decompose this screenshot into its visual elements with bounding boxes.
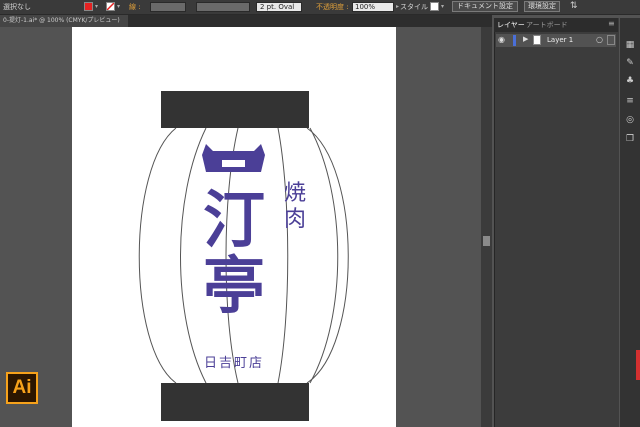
main-text-teitei: 汀 亭 (196, 187, 272, 319)
arrange-documents-icon[interactable]: ⇅ (570, 1, 578, 11)
target-circle-icon[interactable]: ○ (596, 35, 603, 44)
tab-artboards[interactable]: アートボード (526, 20, 568, 30)
expand-triangle-icon[interactable]: ▶ (523, 35, 528, 43)
layer-color-indicator (513, 35, 516, 46)
main-char: 亭 (202, 249, 265, 322)
stroke-label[interactable]: 線 : (129, 2, 141, 12)
fill-swatch[interactable] (84, 2, 93, 11)
tab-layers[interactable]: レイヤー (497, 20, 525, 30)
opacity-dropdown-icon[interactable]: ▸ (396, 3, 399, 10)
artboard: 焼 肉 汀 亭 日吉町店 (72, 27, 396, 427)
lantern-outline-left (138, 127, 177, 384)
opacity-label[interactable]: 不透明度 : (316, 2, 349, 12)
panel-menu-icon[interactable]: ≡ (608, 19, 615, 28)
no-stroke-icon (107, 3, 114, 10)
layer-thumbnail (533, 35, 541, 45)
side-accent-marker (636, 350, 640, 380)
brush-definition-field[interactable]: 2 pt. Oval (256, 2, 302, 12)
opacity-field[interactable]: 100% (352, 2, 394, 12)
lantern-top-cap (161, 91, 309, 128)
stroke-swatch[interactable] (106, 2, 115, 11)
style-dropdown-icon[interactable]: ▾ (441, 3, 444, 10)
variable-width-profile[interactable] (196, 2, 250, 12)
symbols-panel-icon[interactable]: ♣ (625, 76, 635, 86)
brushes-panel-icon[interactable]: ✎ (625, 58, 635, 68)
vertical-scrollbar[interactable] (481, 27, 492, 427)
brush-value: 2 pt. Oval (260, 3, 295, 11)
sub-text-yakiniku: 焼 肉 (280, 181, 310, 233)
sub-char: 肉 (283, 207, 306, 232)
layers-panel (494, 18, 619, 427)
stroke-panel-icon[interactable]: ≡ (625, 96, 635, 106)
layers-panel-icon[interactable]: ❐ (625, 134, 635, 144)
visibility-eye-icon[interactable]: ◉ (498, 35, 505, 44)
lantern-rib-2 (277, 127, 289, 384)
fill-dropdown-icon[interactable]: ▾ (95, 3, 98, 10)
color-panel-icon[interactable]: ▦ (625, 40, 635, 50)
preferences-button[interactable]: 環境設定 (524, 1, 560, 12)
layer-name[interactable]: Layer 1 (547, 36, 573, 44)
illustrator-logo: Ai (6, 372, 38, 404)
selection-label: 選択なし (3, 3, 31, 11)
stroke-weight-field[interactable] (150, 2, 186, 12)
lantern-bottom-cap (161, 383, 309, 421)
main-char: 汀 (202, 183, 265, 256)
graphic-style-swatch[interactable] (430, 2, 439, 11)
lantern-outline-right (306, 127, 349, 384)
document-setup-button[interactable]: ドキュメント設定 (452, 1, 518, 12)
stroke-dropdown-icon[interactable]: ▾ (117, 3, 120, 10)
selection-indicator[interactable] (607, 35, 615, 45)
appearance-panel-icon[interactable]: ◎ (625, 115, 635, 125)
sub-char: 焼 (283, 181, 306, 206)
store-name: 日吉町店 (203, 356, 264, 371)
scrollbar-thumb[interactable] (483, 236, 490, 246)
opacity-value: 100% (355, 3, 376, 11)
document-tab[interactable]: 0-提灯-1.ai* @ 100% (CMYK/プレビュー) (0, 15, 128, 27)
style-label: スタイル : (400, 3, 433, 11)
